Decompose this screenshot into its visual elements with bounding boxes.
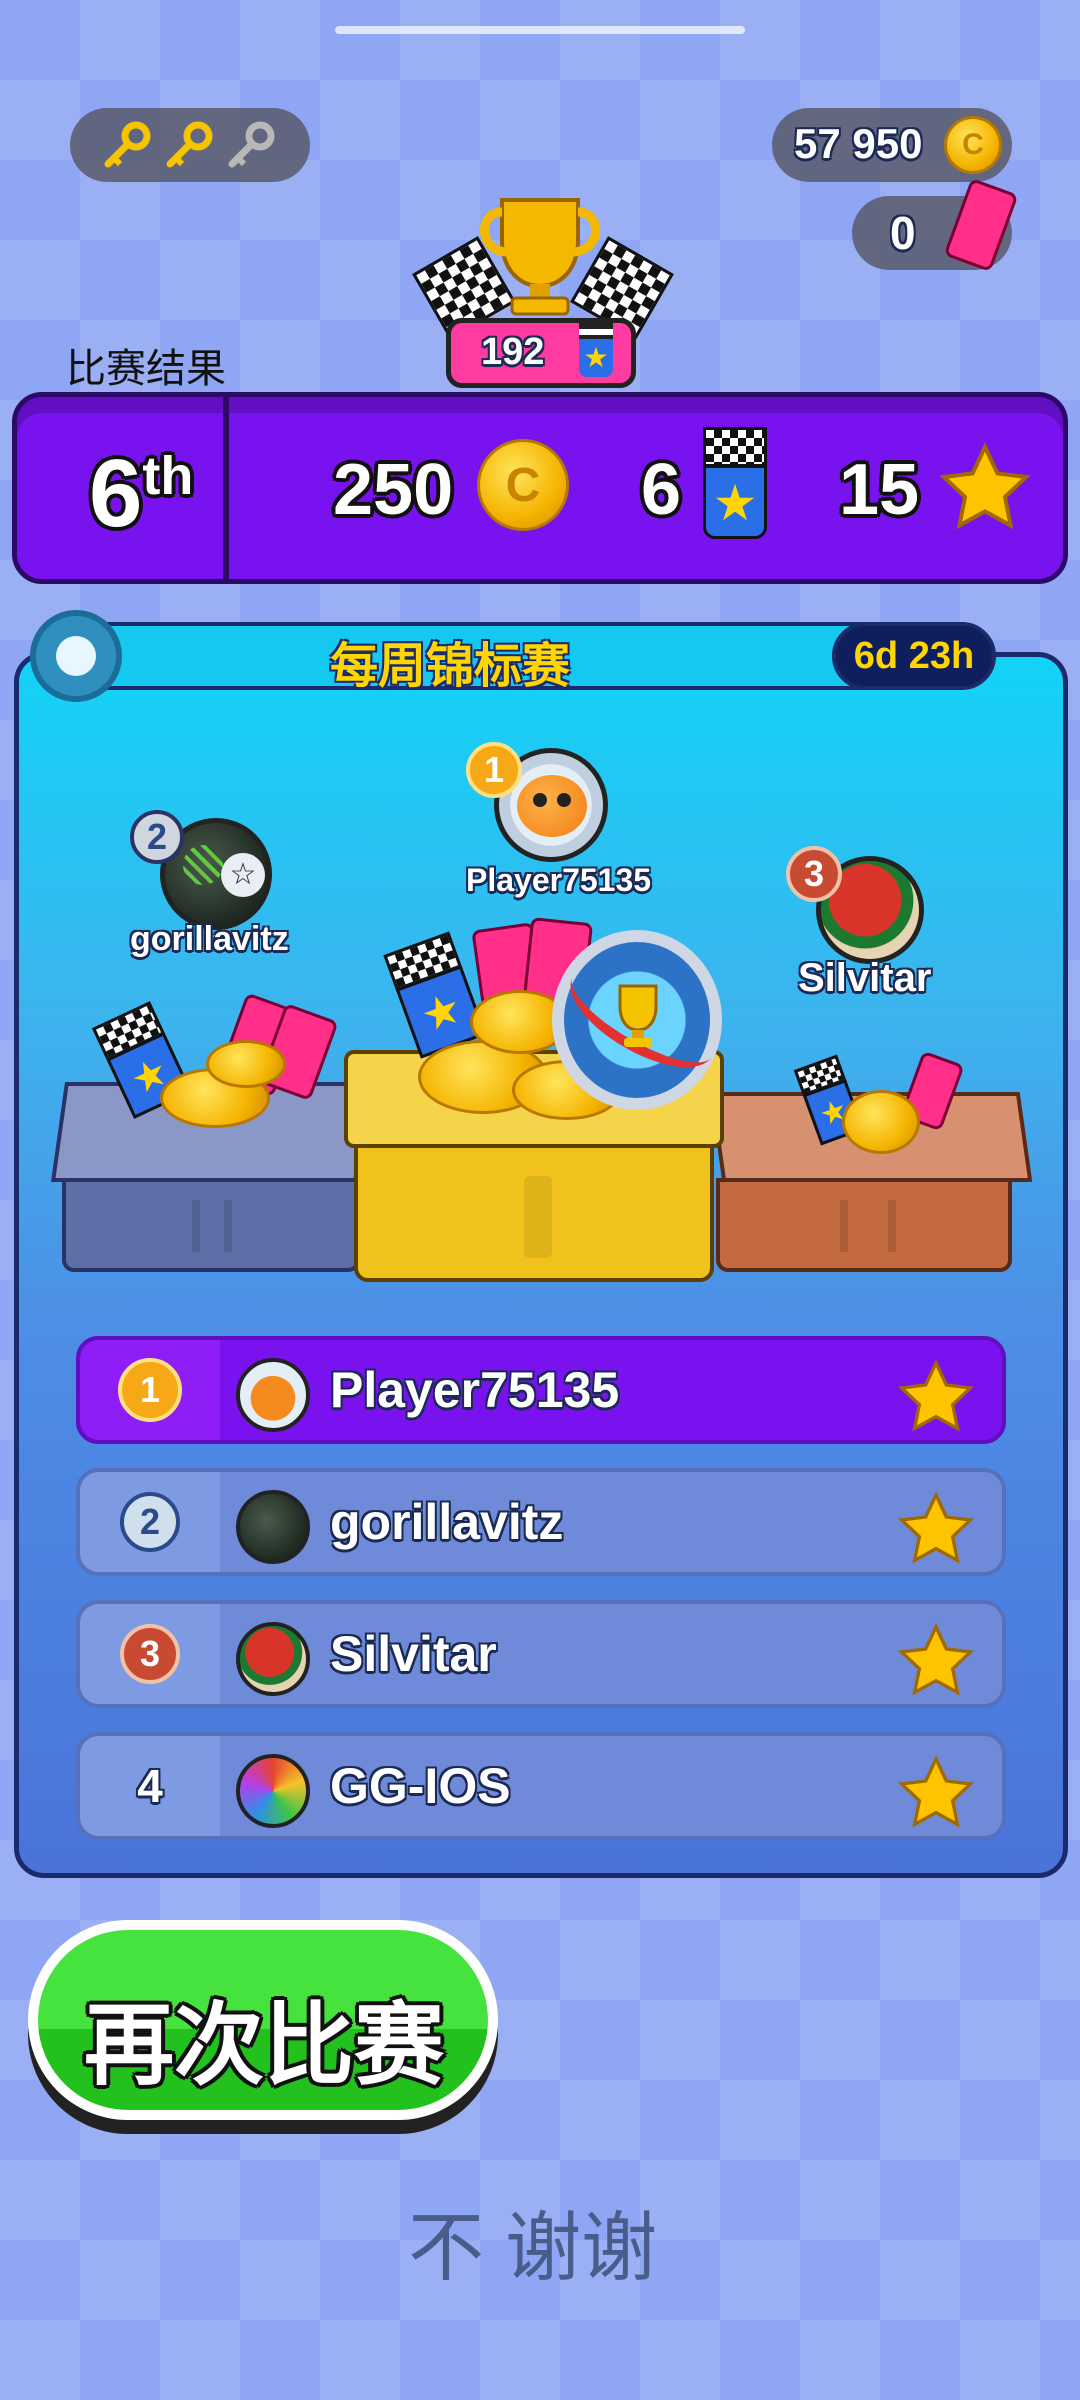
player-avatar: [236, 1490, 310, 1564]
trophy-icon: [480, 198, 600, 316]
trophy-emblem: 192 ★: [412, 190, 674, 390]
coin-stack-icon: [206, 1040, 286, 1088]
no-thanks-button[interactable]: 不 谢谢: [408, 2186, 657, 2296]
ticket-balance-value: 0: [890, 207, 916, 259]
medal-icon: ★: [579, 323, 613, 381]
coin-icon: C: [944, 116, 1002, 174]
rank-number: 4: [137, 1760, 163, 1812]
finish-place-suffix: th: [142, 446, 194, 506]
leaderboard-row-4[interactable]: 4 GG-IOS: [76, 1732, 1006, 1840]
podium-first-block: [354, 1144, 714, 1282]
info-toggle[interactable]: [30, 610, 122, 702]
coin-balance-value: 57 950: [794, 120, 923, 167]
reward-coins-value: 250: [333, 450, 454, 530]
rank-badge: 3: [120, 1624, 180, 1684]
podium-third-block: [716, 1178, 1012, 1272]
podium-rank-badge-second: 2: [130, 810, 184, 864]
podium-second-block: [62, 1178, 360, 1272]
podium-rank-badge-third: 3: [786, 846, 842, 902]
star-icon: [897, 1491, 975, 1564]
leaderboard-row-1[interactable]: 1 Player75135: [76, 1336, 1006, 1444]
gold-key-icon: [166, 121, 213, 168]
reward-medals-value: 6: [641, 450, 682, 530]
rank-badge: 2: [120, 1492, 180, 1552]
trophy-icon: [618, 984, 658, 1047]
leaderboard-row-3[interactable]: 3 Silvitar: [76, 1600, 1006, 1708]
player-name: Player75135: [330, 1362, 620, 1418]
finish-place: 6th: [89, 439, 193, 549]
tournament-title: 每周锦标赛: [330, 640, 571, 693]
finish-place-number: 6: [89, 440, 143, 547]
tournament-timer-text: 6d 23h: [853, 635, 975, 677]
star-icon: [939, 442, 1031, 530]
rank-badge: 1: [118, 1358, 182, 1422]
player-name: Silvitar: [330, 1626, 497, 1682]
star-icon: [897, 1755, 975, 1828]
results-bar: 6th 250 C 6 ★ 15: [12, 392, 1068, 584]
trophy-medal-badge: 192 ★: [446, 318, 636, 388]
results-divider: [223, 397, 229, 579]
trophy-ring-reward: [552, 930, 729, 1110]
medal-icon: ★: [703, 427, 767, 539]
podium-name-third: Silvitar: [798, 956, 932, 1000]
home-indicator: [335, 26, 745, 34]
leaderboard-row-2[interactable]: 2 gorillavitz: [76, 1468, 1006, 1576]
tournament-timer: 6d 23h: [832, 622, 996, 690]
player-avatar: [236, 1754, 310, 1828]
play-again-button[interactable]: 再次比赛: [28, 1920, 498, 2120]
reward-stars-value: 15: [839, 450, 920, 530]
ticket-balance[interactable]: 0: [852, 177, 1019, 273]
star-icon: [897, 1623, 975, 1696]
star-icon: [897, 1359, 975, 1432]
results-heading: 比赛结果: [66, 347, 226, 391]
coin-balance[interactable]: 57 950 C: [772, 108, 1012, 182]
podium-name-first: Player75135: [466, 862, 652, 898]
ticket-icon: [943, 177, 1019, 273]
grey-key-icon: [228, 121, 275, 168]
player-avatar: [236, 1622, 310, 1696]
player-avatar: [236, 1358, 310, 1432]
player-name: gorillavitz: [330, 1494, 564, 1550]
podium-name-second: gorillavitz: [130, 920, 289, 958]
gold-key-icon: [104, 121, 151, 168]
player-name: GG-IOS: [330, 1758, 511, 1814]
podium-rank-badge-first: 1: [466, 742, 522, 798]
keys-counter: [70, 108, 310, 182]
trophy-medal-count: 192: [481, 331, 545, 373]
coin-icon: C: [477, 439, 569, 531]
coin-stack-icon: [842, 1090, 920, 1154]
play-again-label: 再次比赛: [84, 1996, 444, 2096]
